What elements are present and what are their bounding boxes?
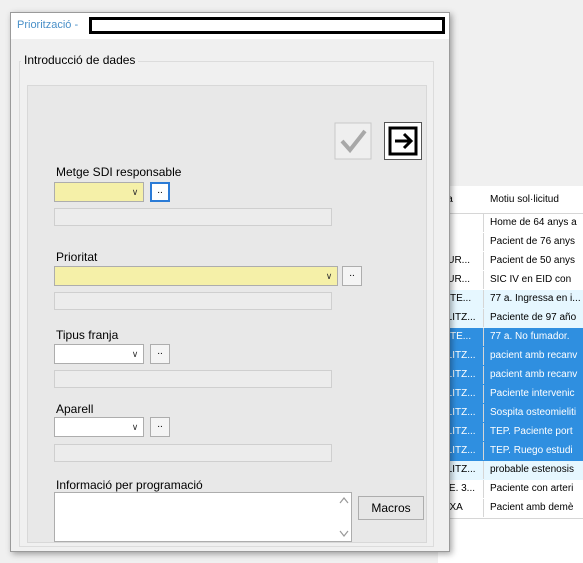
table-cell: pacient amb recanv — [490, 369, 578, 380]
tipus-franja-dropdown[interactable]: ∨ — [54, 344, 144, 364]
metge-browse-button[interactable]: .. — [150, 182, 170, 202]
metge-label: Metge SDI responsable — [56, 165, 182, 179]
metge-dropdown[interactable]: ∨ — [54, 182, 144, 202]
table-row[interactable]: ALITZ... Sospita osteomieliti — [438, 404, 583, 424]
confirm-button[interactable] — [334, 122, 372, 160]
prioritzacio-dialog: Priorització - Introducció de dades Metg… — [10, 12, 450, 552]
table-row[interactable]: CUR... SIC IV en EID con — [438, 271, 583, 291]
table-row[interactable]: ALITZ... TEP. Ruego estudi — [438, 442, 583, 462]
metge-readonly-field — [54, 208, 332, 226]
aparell-browse-button[interactable]: .. — [150, 417, 170, 437]
table-cell: Pacient de 76 anys — [490, 236, 576, 247]
background-table-body: Home de 64 anys a Pacient de 76 anys CUR..… — [438, 214, 583, 563]
table-row[interactable]: ALITZ... probable estenosis — [438, 461, 583, 481]
macros-button[interactable]: Macros — [358, 496, 424, 520]
chevron-down-icon: ∨ — [131, 187, 139, 197]
table-cell: 77 a. Ingressa en i... — [490, 293, 581, 304]
aparell-readonly-field — [54, 444, 332, 462]
table-cell: Home de 64 anys a — [490, 217, 577, 228]
table-row[interactable]: Home de 64 anys a — [438, 214, 583, 234]
title-redaction — [89, 17, 445, 34]
prioritat-readonly-field — [54, 292, 332, 310]
table-row[interactable]: AIXA Pacient amb demè — [438, 499, 583, 519]
scroll-down-icon[interactable] — [339, 530, 349, 538]
chevron-down-icon: ∨ — [131, 422, 139, 432]
table-cell: TEP. Ruego estudi — [490, 445, 573, 456]
informacio-textarea[interactable] — [54, 492, 352, 542]
tipus-franja-readonly-field — [54, 370, 332, 388]
table-row[interactable]: A E. 3... Paciente con arteri — [438, 480, 583, 500]
group-label: Introducció de dades — [21, 53, 139, 67]
column-header[interactable]: Motiu sol·licitud — [490, 186, 583, 214]
aparell-label: Aparell — [56, 402, 94, 416]
table-cell: 77 a. No fumador. — [490, 331, 570, 342]
table-cell: SIC IV en EID con — [490, 274, 572, 285]
table-row[interactable]: ALITZ... pacient amb recanv — [438, 366, 583, 386]
table-cell: Paciente de 97 año — [490, 312, 577, 323]
aparell-dropdown[interactable]: ∨ — [54, 417, 144, 437]
table-cell: Pacient de 50 anys — [490, 255, 576, 266]
data-entry-panel: Metge SDI responsable ∨ .. Prioritat ∨ .… — [27, 85, 427, 543]
table-cell: Pacient amb demè — [490, 502, 574, 513]
tipus-franja-label: Tipus franja — [56, 328, 119, 342]
table-cell: pacient amb recanv — [490, 350, 578, 361]
exit-button[interactable] — [384, 122, 422, 160]
chevron-down-icon: ∨ — [325, 271, 333, 281]
chevron-down-icon: ∨ — [131, 349, 139, 359]
table-row[interactable]: CUR... Pacient de 50 anys — [438, 252, 583, 272]
table-row[interactable]: INTE... 77 a. Ingressa en i... — [438, 290, 583, 310]
table-row[interactable]: ALITZ... Paciente intervenic — [438, 385, 583, 405]
table-cell: Sospita osteomieliti — [490, 407, 577, 418]
table-cell: probable estenosis — [490, 464, 574, 475]
exit-icon — [388, 126, 418, 156]
table-row[interactable]: ALITZ... pacient amb recanv — [438, 347, 583, 367]
prioritat-dropdown[interactable]: ∨ — [54, 266, 338, 286]
scroll-up-icon[interactable] — [339, 496, 349, 504]
dialog-title: Priorització - — [17, 19, 79, 31]
table-row[interactable]: ALITZ... Paciente de 97 año — [438, 309, 583, 329]
check-icon — [334, 122, 372, 160]
background-table-header: cia Motiu sol·licitud — [438, 186, 583, 214]
table-cell: Paciente con arteri — [490, 483, 574, 494]
table-row[interactable]: ALITZ... TEP. Paciente port — [438, 423, 583, 443]
tipus-franja-browse-button[interactable]: .. — [150, 344, 170, 364]
prioritat-browse-button[interactable]: .. — [342, 266, 362, 286]
table-row[interactable]: Pacient de 76 anys — [438, 233, 583, 253]
table-row[interactable]: INTE... 77 a. No fumador. — [438, 328, 583, 348]
prioritat-label: Prioritat — [56, 250, 98, 264]
table-cell: TEP. Paciente port — [490, 426, 573, 437]
informacio-label: Informació per programació — [56, 478, 203, 492]
table-cell: Paciente intervenic — [490, 388, 575, 399]
